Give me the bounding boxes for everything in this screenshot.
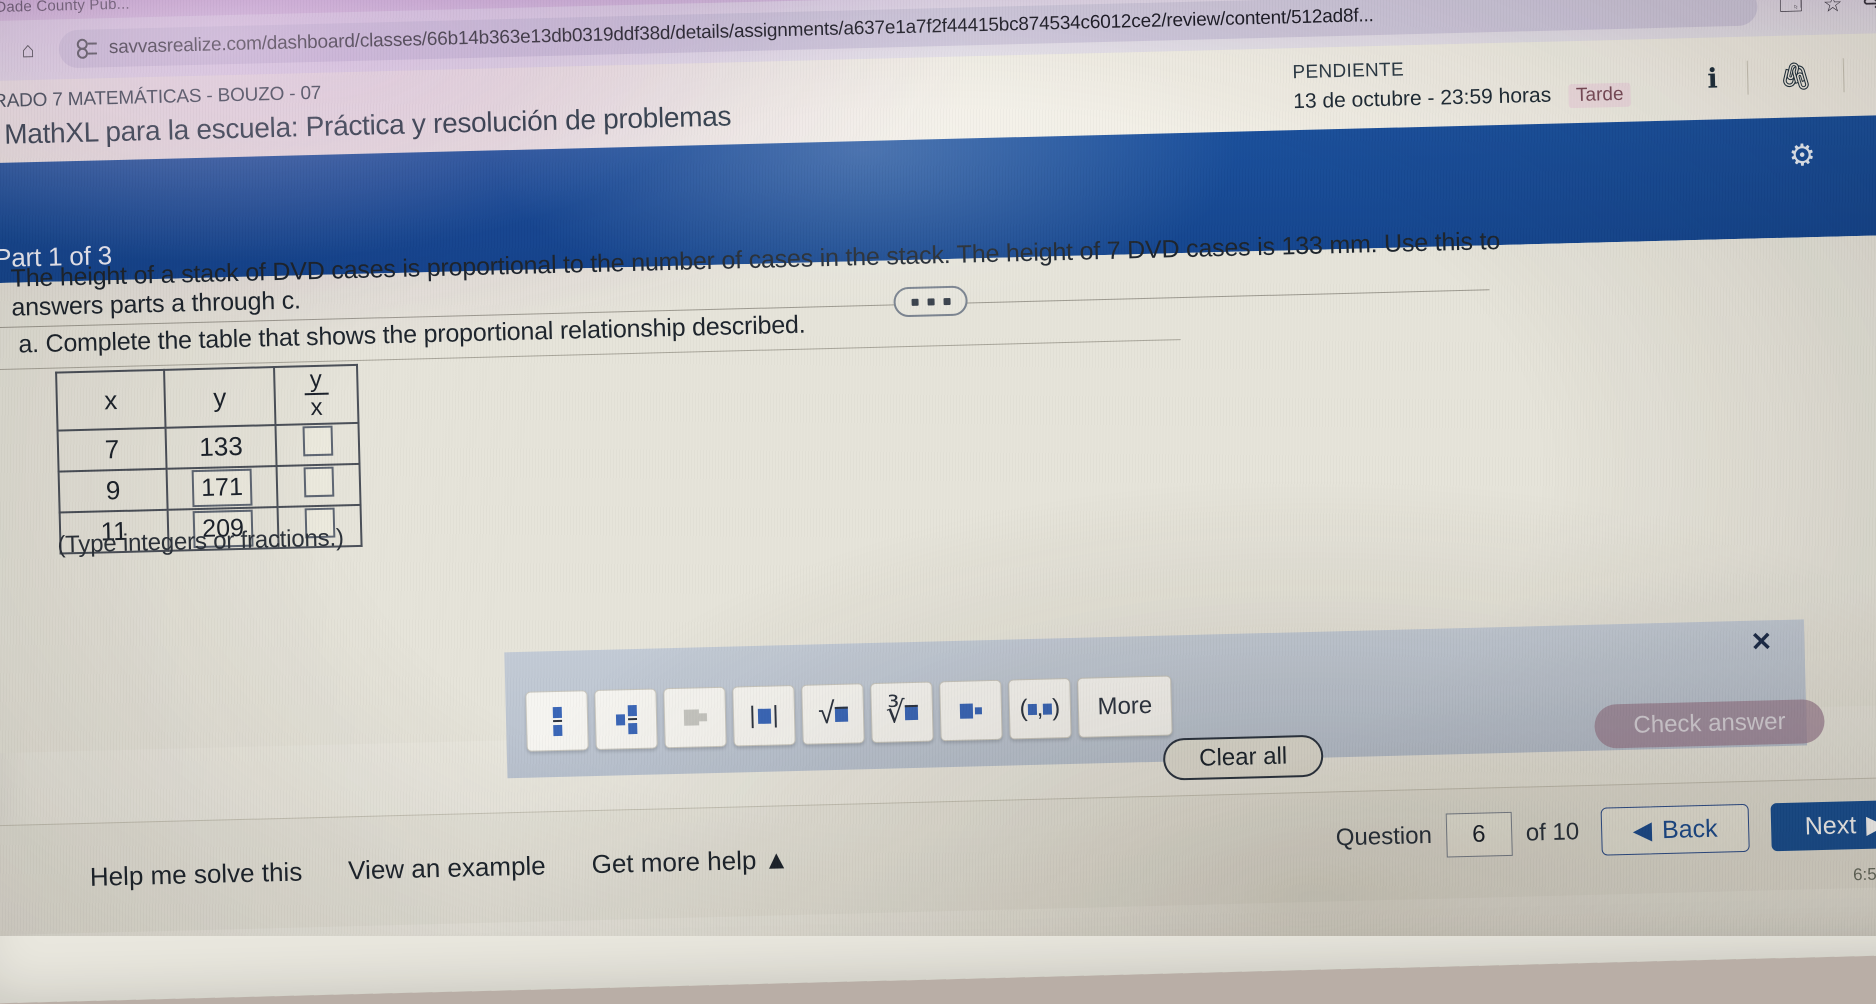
cell-y: 133: [165, 425, 277, 469]
extension-icon[interactable]: 🗔: [1779, 0, 1804, 25]
cell-ratio[interactable]: [276, 463, 361, 508]
get-more-help-link[interactable]: Get more help ▲: [591, 844, 789, 880]
next-label: Next: [1804, 810, 1857, 840]
chevron-left-icon: ◀: [1632, 816, 1653, 845]
paperclip-icon[interactable]: 🖇: [1778, 60, 1813, 93]
help-links: Help me solve this View an example Get m…: [89, 844, 789, 893]
more-button[interactable]: More: [1077, 675, 1173, 738]
cell-x: 7: [57, 427, 167, 472]
ordered-pair-button[interactable]: (,): [1008, 678, 1072, 740]
cell-x: 9: [58, 468, 168, 513]
mixed-number-button[interactable]: [594, 688, 658, 751]
y-input-filled[interactable]: 171: [191, 468, 253, 508]
nth-root-button[interactable]: ∛: [870, 681, 934, 744]
column-header-x: x: [56, 369, 166, 431]
clock: 6:56 PM: [1852, 864, 1876, 885]
divider: [1842, 58, 1845, 93]
close-icon[interactable]: ✕: [1746, 626, 1777, 657]
question-navigation: Question 6 of 10 ◀ Back Next ▶: [1335, 799, 1876, 863]
question-number-input[interactable]: 6: [1445, 811, 1513, 858]
due-date-text: 13 de octubre - 23:59 horas: [1292, 83, 1552, 114]
share-icon[interactable]: ↪: [1862, 0, 1876, 17]
star-icon[interactable]: ☆: [1823, 0, 1843, 18]
column-header-y: y: [164, 367, 276, 428]
breadcrumb[interactable]: J GRADO 7 MATEMÁTICAS - BOUZO - 07: [0, 83, 321, 114]
ratio-input-empty[interactable]: [302, 425, 333, 457]
info-icon[interactable]: ℹ: [1707, 63, 1718, 94]
question-total: of 10: [1525, 818, 1580, 847]
absolute-value-button[interactable]: | |: [732, 684, 796, 747]
browser-action-icons: 🗔 ☆ ↪ ●: [1771, 0, 1876, 25]
question-footer: Help me solve this View an example Get m…: [0, 775, 1876, 936]
ratio-numerator: y: [309, 365, 323, 394]
ratio-input-empty[interactable]: [303, 466, 334, 498]
home-icon[interactable]: ⌂: [10, 33, 45, 68]
question-counter: Question 6 of 10: [1335, 810, 1580, 860]
late-badge: Tarde: [1568, 82, 1631, 109]
due-info: PENDIENTE 13 de octubre - 23:59 horas Ta…: [1292, 54, 1631, 116]
exponent-button[interactable]: [663, 686, 727, 749]
question-label: Question: [1335, 821, 1433, 852]
due-date: 13 de octubre - 23:59 horas Tarde: [1293, 82, 1631, 116]
divider: [1747, 60, 1750, 95]
reading-list-icon: [75, 37, 98, 60]
fraction-button[interactable]: [525, 690, 589, 752]
chevron-right-icon: ▶: [1865, 810, 1876, 839]
cell-y[interactable]: 171: [166, 466, 278, 510]
gear-icon[interactable]: ⚙: [1782, 135, 1823, 176]
ratio-fraction: y x: [304, 365, 329, 421]
table-header-row: x y y x: [56, 364, 359, 431]
header-icon-group: ℹ 🖇 🗒: [1707, 57, 1876, 96]
status-badge: PENDIENTE: [1292, 59, 1405, 84]
view-example-link[interactable]: View an example: [348, 850, 546, 886]
subscript-button[interactable]: [939, 679, 1003, 742]
more-options-button[interactable]: [893, 285, 968, 318]
help-me-solve-link[interactable]: Help me solve this: [89, 857, 302, 893]
input-hint: (Type integers or fractions.): [57, 524, 345, 559]
clear-all-button[interactable]: Clear all: [1162, 734, 1324, 781]
back-button[interactable]: ◀ Back: [1600, 803, 1750, 856]
cell-ratio[interactable]: [275, 422, 360, 467]
next-button[interactable]: Next ▶: [1770, 799, 1876, 852]
square-root-button[interactable]: √: [801, 683, 865, 745]
ratio-denominator: x: [304, 392, 329, 421]
check-answer-button[interactable]: Check answer: [1593, 698, 1826, 749]
back-label: Back: [1661, 814, 1718, 844]
column-header-ratio: y x: [274, 364, 359, 426]
